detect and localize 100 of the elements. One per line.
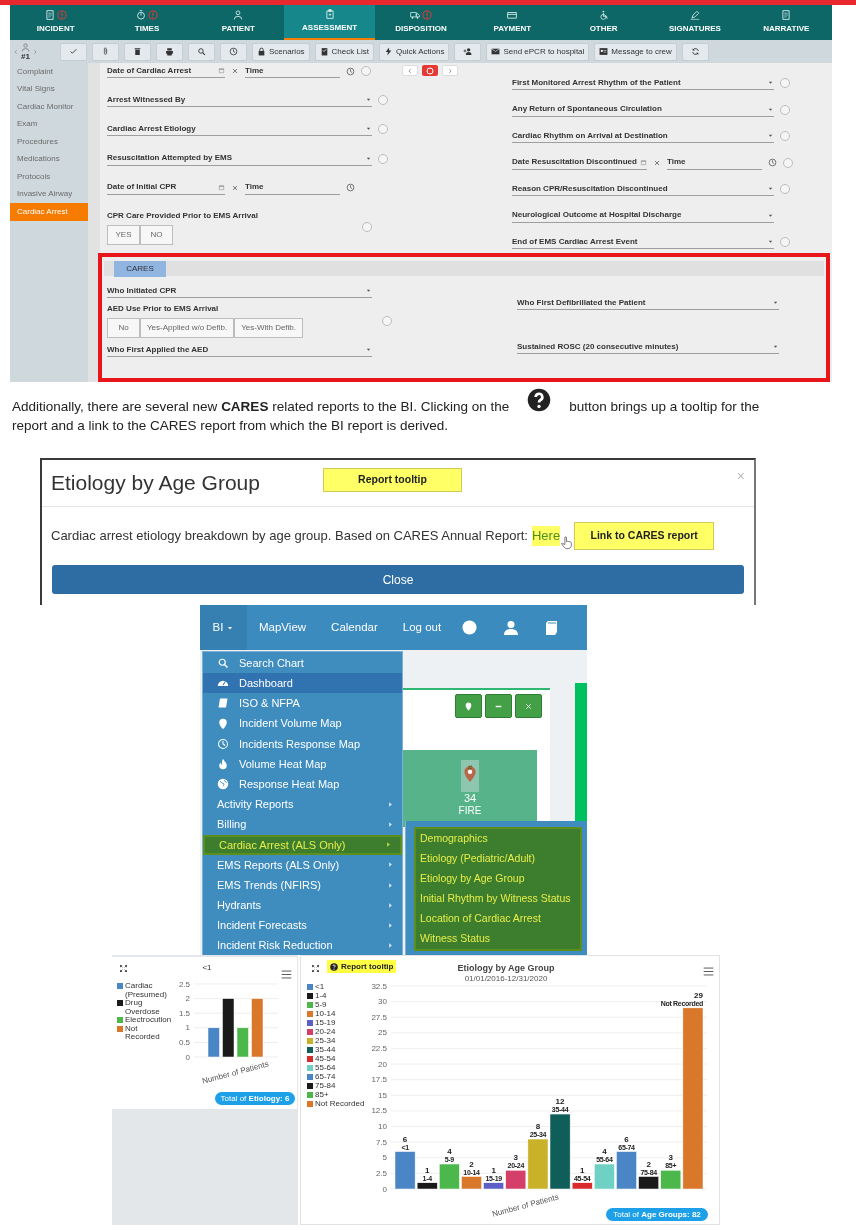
date-field[interactable]: Date Resuscitation Discontinued (512, 155, 647, 170)
menu-item[interactable]: Response Heat Map (203, 774, 402, 795)
legend-label[interactable]: Not Recorded (315, 1100, 365, 1109)
menu-item[interactable]: Incidents Response Map (203, 733, 402, 754)
toolbar-button[interactable] (454, 42, 482, 61)
nav-tab[interactable]: OTHER (557, 5, 650, 40)
select-field[interactable]: Any Return of Spontaneous Circulation (512, 102, 774, 117)
menu-item[interactable]: Hydrants (203, 895, 402, 916)
legend-label[interactable]: Cardiac (Presumed) (125, 982, 171, 999)
clock-icon[interactable] (767, 158, 777, 167)
select-field[interactable]: First Monitored Arrest Rhythm of the Patient (512, 76, 774, 90)
report-link[interactable]: Here (531, 526, 561, 546)
legend-label[interactable]: 35-44 (315, 1046, 336, 1055)
select-field[interactable]: Sustained ROSC (20 consecutive minutes) (517, 340, 779, 354)
select-field[interactable]: End of EMS Cardiac Arrest Event (512, 235, 774, 249)
map-button[interactable] (455, 694, 482, 718)
submenu-item[interactable]: Initial Rhythm by Witness Status (420, 891, 580, 907)
menu-item[interactable]: Billing (203, 814, 402, 835)
time-field[interactable]: Time (666, 155, 762, 170)
menu-item[interactable]: Cardiac Arrest (ALS Only) (203, 834, 402, 855)
nav-tab[interactable]: PATIENT (192, 5, 284, 40)
sidebar-item[interactable]: Vital Signs (10, 80, 88, 98)
clock-icon[interactable] (346, 66, 355, 76)
legend-label[interactable]: 5-9 (315, 1001, 327, 1010)
select-field[interactable]: Who Initiated CPR (107, 284, 372, 298)
legend-label[interactable]: 1-4 (315, 992, 327, 1001)
legend-label[interactable]: 65-74 (315, 1073, 336, 1082)
legend-label[interactable]: 75-84 (315, 1082, 336, 1091)
toggle-option[interactable]: No (107, 318, 140, 338)
user-icon[interactable] (503, 619, 520, 636)
toolbar-button[interactable]: Message to crew (594, 42, 677, 61)
menu-item[interactable]: EMS Trends (NFIRS) (203, 875, 402, 896)
sidebar-item[interactable]: Protocols (10, 168, 88, 186)
nav-tab[interactable]: INCIDENT (10, 5, 102, 40)
date-field[interactable]: Date of Initial CPR (107, 180, 225, 195)
legend-label[interactable]: 85+ (315, 1091, 329, 1100)
sidebar-item[interactable]: Exam (10, 115, 88, 133)
menu-item[interactable]: Volume Heat Map (203, 753, 402, 775)
legend-label[interactable]: Electrocution (125, 1016, 172, 1025)
menu-item[interactable]: Incident Volume Map (203, 713, 402, 734)
nav-menu[interactable]: BI (200, 605, 247, 650)
toolbar-button[interactable]: Send ePCR to hospital (486, 42, 590, 61)
expand-icon[interactable] (311, 964, 320, 973)
legend-label[interactable]: 55-64 (315, 1064, 336, 1073)
nav-tab[interactable]: NARRATIVE (740, 5, 832, 40)
select-field[interactable]: Resuscitation Attempted by EMS (107, 151, 372, 166)
sidebar-item[interactable]: Cardiac Monitor (10, 98, 88, 116)
nav-tab[interactable]: ASSESSMENT (284, 5, 376, 40)
menu-item[interactable]: Activity Reports (203, 794, 402, 815)
nav-link[interactable]: Calendar (331, 618, 378, 637)
toolbar-button[interactable] (124, 42, 151, 61)
alert-button[interactable] (422, 65, 438, 76)
clear-icon[interactable] (231, 67, 239, 75)
next-icon[interactable] (32, 48, 38, 55)
nav-link[interactable]: Log out (402, 618, 442, 637)
time-field[interactable]: Time (245, 180, 340, 195)
submenu-item[interactable]: Witness Status (420, 931, 580, 947)
date-field[interactable]: Date of Cardiac Arrest (107, 64, 225, 78)
nav-tab[interactable]: TIMES (101, 5, 193, 40)
previous-icon[interactable] (13, 48, 19, 55)
section-tab[interactable]: CARES (114, 261, 166, 277)
select-field[interactable]: Cardiac Arrest Etiology (107, 122, 372, 137)
toggle-option[interactable]: Yes-Applied w/o Defib. (140, 318, 235, 338)
legend-label[interactable]: 25-34 (315, 1037, 336, 1046)
legend-label[interactable]: 45-54 (315, 1055, 336, 1064)
sidebar-item[interactable]: Procedures (10, 133, 88, 151)
toggle-option[interactable]: YES (107, 224, 140, 245)
book-icon[interactable] (543, 619, 560, 636)
menu-item[interactable]: Search Chart (203, 653, 402, 674)
nav-link[interactable]: MapView (259, 618, 307, 637)
select-field[interactable]: Reason CPR/Resuscitation Discontinued (512, 182, 774, 196)
select-field[interactable]: Arrest Witnessed By (107, 93, 372, 108)
select-field[interactable]: Who First Applied the AED (107, 343, 372, 357)
clock-icon[interactable] (346, 183, 355, 193)
close-button[interactable]: Close (52, 565, 744, 594)
legend-label[interactable]: <1 (315, 983, 325, 992)
legend-label[interactable]: Drug Overdose (125, 999, 171, 1016)
select-field[interactable]: Who First Defibrillated the Patient (517, 296, 779, 310)
menu-item[interactable]: Incident Risk Reduction (203, 935, 402, 955)
toolbar-button[interactable]: Quick Actions (378, 42, 450, 61)
select-field[interactable]: Neurological Outcome at Hospital Discharge (512, 208, 774, 223)
sidebar-item[interactable]: Invasive Airway (10, 185, 88, 203)
submenu-item[interactable]: Demographics (420, 831, 580, 847)
toggle-option[interactable]: Yes-With Defib. (234, 318, 304, 338)
menu-item[interactable]: Incident Forecasts (203, 915, 402, 936)
toolbar-button[interactable]: Check List (314, 42, 374, 61)
legend-label[interactable]: 20-24 (315, 1028, 336, 1037)
time-field[interactable]: Time (245, 64, 340, 78)
menu-item[interactable]: ISO & NFPA (203, 693, 402, 714)
clear-icon[interactable] (231, 183, 239, 192)
toolbar-button[interactable]: Scenarios (252, 42, 310, 61)
nav-tab[interactable]: DISPOSITION (375, 5, 467, 40)
legend-label[interactable]: 10-14 (315, 1010, 336, 1019)
submenu-item[interactable]: Etiology by Age Group (420, 871, 580, 887)
legend-label[interactable]: 15-19 (315, 1019, 336, 1028)
sidebar-item[interactable]: Complaint (10, 63, 88, 81)
submenu-item[interactable]: Etiology (Pediatric/Adult) (420, 851, 580, 867)
menu-item[interactable]: EMS Reports (ALS Only) (203, 854, 402, 876)
menu-item[interactable]: Dashboard (203, 673, 402, 694)
toggle-option[interactable]: NO (140, 224, 173, 245)
